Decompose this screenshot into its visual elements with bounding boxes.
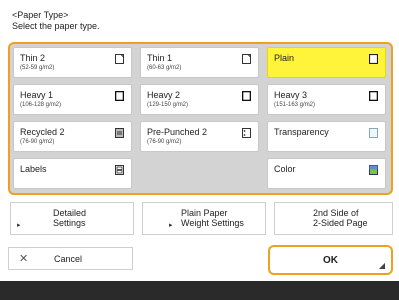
paper-icon <box>369 91 378 101</box>
paper-icon <box>242 54 251 64</box>
paper-weight-range: (151-163 g/m2) <box>274 102 316 108</box>
header: <Paper Type> Select the paper type. <box>12 10 100 32</box>
paper-type-transparency[interactable]: Transparency <box>267 121 386 152</box>
paper-type-thin-2[interactable]: Thin 2 (52-59 g/m2) <box>13 47 132 78</box>
paper-icon <box>115 91 124 101</box>
paper-type-thin-1[interactable]: Thin 1 (60-63 g/m2) <box>140 47 259 78</box>
corner-arrow-icon: ◢ <box>378 261 385 270</box>
empty-slot <box>140 158 259 189</box>
ok-label: OK <box>323 255 338 266</box>
paper-type-color[interactable]: Color <box>267 158 386 189</box>
second-side-2-sided-page-button[interactable]: 2nd Side of 2-Sided Page <box>274 202 393 235</box>
paper-type-heavy-2[interactable]: Heavy 2 (129-150 g/m2) <box>140 84 259 115</box>
transparency-icon <box>369 128 378 138</box>
paper-type-labels[interactable]: Labels <box>13 158 132 189</box>
instruction-text: Select the paper type. <box>12 21 100 31</box>
close-icon: ✕ <box>19 253 29 265</box>
paper-type-panel: Thin 2 (52-59 g/m2) Thin 1 (60-63 g/m2) … <box>8 42 393 195</box>
paper-weight-range: (52-59 g/m2) <box>20 65 55 71</box>
labels-icon <box>115 165 124 175</box>
paper-weight-range: (129-150 g/m2) <box>147 102 189 108</box>
paper-weight-range: (76-90 g/m2) <box>147 139 182 145</box>
paper-type-plain[interactable]: Plain <box>267 47 386 78</box>
cancel-label: Cancel <box>54 254 83 264</box>
punched-paper-icon <box>242 128 251 138</box>
screen-title: <Paper Type> <box>12 10 69 20</box>
detailed-settings-button[interactable]: Detailed Settings ▸ <box>10 202 134 235</box>
paper-type-recycled-2[interactable]: Recycled 2 (76-90 g/m2) <box>13 121 132 152</box>
detailed-settings-line1: Detailed <box>53 208 87 218</box>
plain-weight-line2: Weight Settings <box>181 218 244 228</box>
paper-icon <box>242 91 251 101</box>
cancel-button[interactable]: ✕ Cancel <box>8 247 133 270</box>
paper-type-heavy-3[interactable]: Heavy 3 (151-163 g/m2) <box>267 84 386 115</box>
paper-type-pre-punched-2[interactable]: Pre-Punched 2 (76-90 g/m2) <box>140 121 259 152</box>
paper-icon <box>369 54 378 64</box>
paper-icon <box>115 54 124 64</box>
paper-type-heavy-1[interactable]: Heavy 1 (106-128 g/m2) <box>13 84 132 115</box>
ok-button[interactable]: OK ◢ <box>268 245 393 275</box>
expand-arrow-icon: ▸ <box>17 222 21 229</box>
paper-weight-range: (76-90 g/m2) <box>20 139 55 145</box>
recycled-paper-icon <box>115 128 124 138</box>
paper-weight-range: (60-63 g/m2) <box>147 65 182 71</box>
second-side-line2: 2-Sided Page <box>313 218 368 228</box>
plain-paper-weight-settings-button[interactable]: Plain Paper Weight Settings ▸ <box>142 202 266 235</box>
plain-weight-line1: Plain Paper <box>181 208 228 218</box>
color-paper-icon <box>369 165 378 175</box>
status-bar <box>0 281 399 300</box>
expand-arrow-icon: ▸ <box>169 222 173 229</box>
second-side-line1: 2nd Side of <box>313 208 359 218</box>
paper-weight-range: (106-128 g/m2) <box>20 102 62 108</box>
detailed-settings-line2: Settings <box>53 218 86 228</box>
